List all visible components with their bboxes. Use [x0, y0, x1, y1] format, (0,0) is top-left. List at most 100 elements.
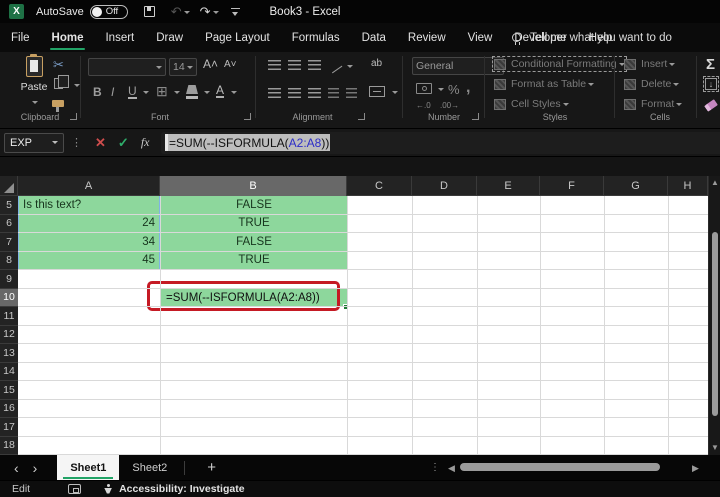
cell-b7[interactable]: FALSE [161, 233, 347, 252]
align-right-icon[interactable] [308, 88, 321, 98]
align-top-icon[interactable] [268, 60, 281, 70]
mode-indicator[interactable]: Edit [12, 483, 30, 495]
redo-icon[interactable]: ↷ [200, 5, 219, 18]
clear-icon[interactable] [704, 99, 718, 112]
font-color-chevron-icon[interactable] [231, 91, 237, 94]
row-header-6[interactable]: 6 [0, 215, 18, 233]
align-center-icon[interactable] [288, 88, 301, 98]
column-header-d[interactable]: D [412, 176, 477, 196]
column-header-f[interactable]: F [540, 176, 604, 196]
alignment-dialog-launcher-icon[interactable] [358, 113, 365, 120]
column-header-b[interactable]: B [160, 176, 347, 196]
row-header-18[interactable]: 18 [0, 437, 18, 455]
tab-insert[interactable]: Insert [94, 23, 145, 52]
comma-style-icon[interactable]: , [466, 80, 470, 96]
row-header-10[interactable]: 10 [0, 288, 18, 307]
clipboard-dialog-launcher-icon[interactable] [70, 113, 77, 120]
fill-color-chevron-icon[interactable] [204, 91, 210, 94]
row-header-8[interactable]: 8 [0, 252, 18, 270]
row-header-14[interactable]: 14 [0, 363, 18, 381]
cancel-icon[interactable]: ✕ [95, 135, 106, 151]
macro-record-icon[interactable] [68, 484, 82, 494]
align-bottom-icon[interactable] [308, 60, 321, 70]
increase-font-size-icon[interactable]: A˄ [203, 58, 218, 70]
row-header-11[interactable]: 11 [0, 307, 18, 326]
cell-b8[interactable]: TRUE [161, 251, 347, 270]
tab-home[interactable]: Home [41, 23, 95, 52]
add-sheet-icon[interactable]: + [207, 459, 216, 476]
decrease-decimal-icon[interactable]: .00→ [440, 102, 459, 110]
fill-icon[interactable]: ↓ [703, 76, 719, 92]
row-header-7[interactable]: 7 [0, 233, 18, 252]
bold-icon[interactable]: B [93, 86, 102, 98]
font-color-icon[interactable]: A [216, 84, 225, 98]
row-header-15[interactable]: 15 [0, 381, 18, 400]
autosum-icon[interactable]: Σ [706, 56, 715, 73]
number-format-combo[interactable]: General [412, 57, 504, 75]
font-size-combo[interactable]: 14 [169, 58, 197, 76]
row-header-5[interactable]: 5 [0, 196, 18, 215]
horizontal-scroll-thumb[interactable] [460, 463, 660, 471]
enter-icon[interactable]: ✓ [118, 135, 129, 151]
column-header-g[interactable]: G [604, 176, 668, 196]
scroll-left-icon[interactable]: ◀ [448, 463, 455, 474]
conditional-formatting-button[interactable]: Conditional Formatting [492, 56, 627, 72]
orientation-chevron-icon[interactable] [347, 65, 353, 68]
sheet-tab-sheet1[interactable]: Sheet1 [57, 455, 120, 480]
insert-function-icon[interactable]: fx [141, 135, 150, 150]
tab-data[interactable]: Data [351, 23, 397, 52]
accounting-format-icon[interactable] [416, 83, 432, 94]
merge-center-icon[interactable] [369, 86, 385, 97]
customize-qat-icon[interactable] [230, 7, 240, 16]
scroll-right-icon[interactable]: ▶ [692, 463, 699, 474]
italic-icon[interactable]: I [111, 86, 114, 98]
font-dialog-launcher-icon[interactable] [244, 113, 251, 120]
cell-b6[interactable]: TRUE [161, 214, 347, 233]
delete-cells-button[interactable]: Delete [624, 78, 680, 90]
underline-icon[interactable]: U [128, 85, 137, 99]
row-header-12[interactable]: 12 [0, 326, 18, 344]
row-header-17[interactable]: 17 [0, 418, 18, 437]
row-header-16[interactable]: 16 [0, 400, 18, 418]
hscroll-splitter[interactable]: ⋮ [430, 462, 440, 473]
paste-button[interactable]: Paste [14, 54, 54, 111]
tab-file[interactable]: File [0, 23, 41, 52]
cell-b5[interactable]: FALSE [161, 196, 347, 215]
font-name-combo[interactable] [88, 58, 166, 76]
increase-indent-icon[interactable] [346, 88, 357, 98]
scroll-down-icon[interactable]: ▼ [711, 444, 719, 452]
fill-handle[interactable] [343, 304, 349, 310]
accessibility-status[interactable]: Accessibility: Investigate [119, 483, 244, 495]
tell-me-search[interactable]: Tell me what you want to do [512, 23, 672, 52]
sheet-tab-sheet2[interactable]: Sheet2 [119, 455, 180, 480]
next-sheet-icon[interactable]: › [33, 461, 38, 475]
tab-formulas[interactable]: Formulas [281, 23, 351, 52]
merge-chevron-icon[interactable] [392, 91, 398, 94]
fill-color-icon[interactable] [186, 85, 198, 94]
number-dialog-launcher-icon[interactable] [472, 113, 479, 120]
borders-chevron-icon[interactable] [174, 91, 180, 94]
accounting-chevron-icon[interactable] [438, 88, 444, 91]
wrap-text-icon[interactable]: ab [371, 59, 382, 69]
orientation-icon[interactable] [325, 56, 343, 74]
tab-view[interactable]: View [457, 23, 504, 52]
select-all-corner[interactable] [0, 176, 18, 196]
underline-chevron-icon[interactable] [143, 91, 149, 94]
scroll-up-icon[interactable]: ▲ [711, 179, 719, 187]
column-header-a[interactable]: A [18, 176, 160, 196]
formula-input[interactable]: =SUM(--ISFORMULA(A2:A8)) [161, 131, 720, 154]
format-cells-button[interactable]: Format [624, 98, 683, 110]
copy-button[interactable] [54, 75, 69, 89]
decrease-font-size-icon[interactable]: A˅ [224, 60, 237, 70]
percent-style-icon[interactable]: % [448, 83, 460, 96]
align-middle-icon[interactable] [288, 60, 301, 70]
column-header-e[interactable]: E [477, 176, 540, 196]
tab-draw[interactable]: Draw [145, 23, 194, 52]
borders-icon[interactable]: ⊞ [156, 84, 168, 98]
name-box[interactable]: EXP [4, 132, 64, 153]
format-painter-icon[interactable] [52, 100, 64, 112]
cell-styles-button[interactable]: Cell Styles [494, 98, 569, 110]
worksheet-canvas[interactable]: Is this text? 24 34 45 FALSE TRUE FALSE TRUE =S… [18, 196, 708, 455]
cut-icon[interactable]: ✂ [53, 58, 64, 71]
undo-icon[interactable]: ↶ [171, 5, 190, 18]
